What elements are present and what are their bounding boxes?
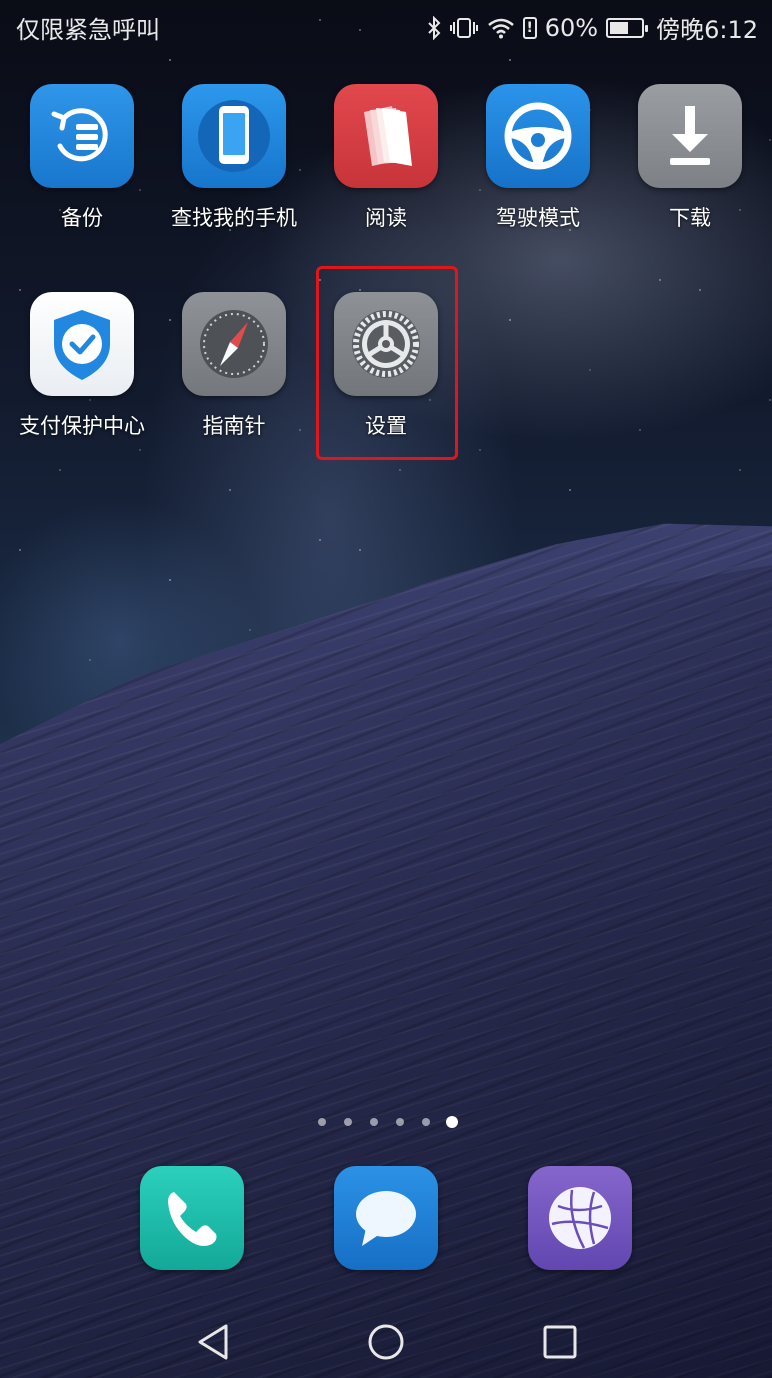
page-dot[interactable] bbox=[396, 1118, 404, 1126]
recents-icon[interactable] bbox=[540, 1322, 580, 1362]
page-dot[interactable] bbox=[318, 1118, 326, 1126]
app-reader[interactable]: 阅读 bbox=[310, 84, 462, 232]
app-backup[interactable]: 备份 bbox=[6, 84, 158, 232]
page-dot[interactable] bbox=[422, 1118, 430, 1126]
phone-icon bbox=[140, 1166, 244, 1270]
dock-phone[interactable] bbox=[116, 1166, 268, 1270]
battery-percent: 60% bbox=[544, 13, 599, 42]
steering-wheel-icon bbox=[486, 84, 590, 188]
app-driving-mode[interactable]: 驾驶模式 bbox=[462, 84, 614, 232]
status-time: 傍晚6:12 bbox=[656, 16, 758, 44]
chat-bubble-icon bbox=[334, 1166, 438, 1270]
settings-highlight-box bbox=[316, 266, 458, 460]
book-icon bbox=[334, 84, 438, 188]
backup-icon bbox=[30, 84, 134, 188]
wifi-icon bbox=[487, 17, 515, 39]
status-bar: 仅限紧急呼叫 ! 60% 傍晚6:12 bbox=[0, 0, 772, 50]
battery-fill bbox=[610, 21, 629, 34]
dock-messages[interactable] bbox=[310, 1166, 462, 1270]
app-payment-protection[interactable]: 支付保护中心 bbox=[6, 292, 158, 440]
app-label-backup: 备份 bbox=[61, 206, 103, 230]
bluetooth-icon bbox=[427, 15, 441, 40]
page-dot[interactable] bbox=[370, 1118, 378, 1126]
page-dot[interactable] bbox=[344, 1118, 352, 1126]
app-label-payment-protection: 支付保护中心 bbox=[19, 414, 145, 438]
dock-browser[interactable] bbox=[504, 1166, 656, 1270]
status-icons: ! 60% 傍晚6:12 bbox=[427, 10, 758, 45]
page-indicator bbox=[0, 1114, 772, 1130]
page-dot-active[interactable] bbox=[446, 1116, 458, 1128]
globe-icon bbox=[528, 1166, 632, 1270]
alert-icon: ! bbox=[522, 16, 537, 39]
back-icon[interactable] bbox=[194, 1322, 234, 1362]
home-icon[interactable] bbox=[366, 1322, 406, 1362]
app-label-find-my-phone: 查找我的手机 bbox=[171, 206, 297, 230]
vibrate-icon bbox=[449, 17, 479, 39]
app-label-downloads: 下载 bbox=[669, 206, 711, 230]
app-compass[interactable]: 指南针 bbox=[158, 292, 310, 440]
app-find-my-phone[interactable]: 查找我的手机 bbox=[158, 84, 310, 232]
find-phone-icon bbox=[182, 84, 286, 188]
shield-check-icon bbox=[30, 292, 134, 396]
app-label-reader: 阅读 bbox=[365, 206, 407, 230]
app-label-driving-mode: 驾驶模式 bbox=[496, 206, 580, 230]
download-icon bbox=[638, 84, 742, 188]
carrier-text: 仅限紧急呼叫 bbox=[16, 16, 160, 44]
navigation-bar bbox=[0, 1306, 772, 1378]
app-downloads[interactable]: 下载 bbox=[614, 84, 766, 232]
compass-icon bbox=[182, 292, 286, 396]
app-label-compass: 指南针 bbox=[202, 414, 266, 438]
battery-icon bbox=[606, 17, 649, 38]
